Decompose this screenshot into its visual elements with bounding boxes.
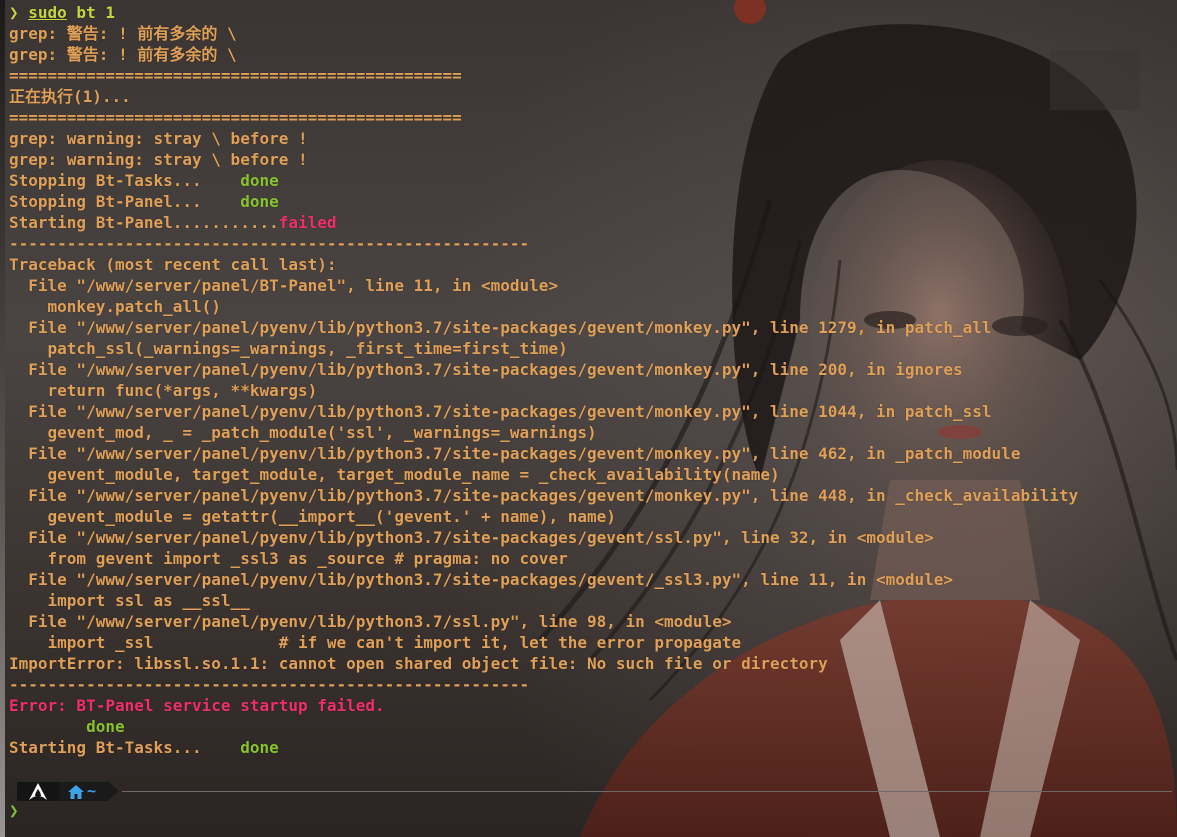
terminal-text: ========================================… xyxy=(9,108,462,127)
prompt-bar: ~ xyxy=(5,781,1177,802)
terminal-text: grep: 警告: ! 前有多余的 \ xyxy=(9,45,237,64)
terminal-text: File "/www/server/panel/pyenv/lib/python… xyxy=(9,612,732,631)
terminal-line: gevent_module = getattr(__import__('geve… xyxy=(9,506,1078,527)
terminal-line: grep: 警告: ! 前有多余的 \ xyxy=(9,23,1078,44)
terminal-line: gevent_mod, _ = _patch_module('ssl', _wa… xyxy=(9,422,1078,443)
terminal-text: grep: warning: stray \ before ! xyxy=(9,150,308,169)
terminal-text: File "/www/server/panel/pyenv/lib/python… xyxy=(9,570,954,589)
terminal-text: 正在执行(1)... xyxy=(9,87,131,106)
terminal-text: gevent_module, target_module, target_mod… xyxy=(9,465,780,484)
terminal-text: gevent_mod, _ = _patch_module('ssl', _wa… xyxy=(9,423,597,442)
terminal-text: File "/www/server/panel/pyenv/lib/python… xyxy=(9,528,934,547)
terminal-window[interactable]: ❯ sudo bt 1 grep: 警告: ! 前有多余的 \ grep: 警告: … xyxy=(0,0,1177,837)
terminal-text: ----------------------------------------… xyxy=(9,234,530,253)
terminal-line: import ssl as __ssl__ xyxy=(9,590,1078,611)
arch-linux-icon xyxy=(29,783,47,800)
terminal-text: done xyxy=(240,192,279,211)
terminal-line: ❯ sudo bt 1 xyxy=(9,2,1078,23)
terminal-text: Starting Bt-Panel........... xyxy=(9,213,279,232)
terminal-line: File "/www/server/panel/pyenv/lib/python… xyxy=(9,359,1078,380)
terminal-text: Starting Bt-Tasks... xyxy=(9,738,241,757)
terminal-text: ImportError: libssl.so.1.1: cannot open … xyxy=(9,654,828,673)
terminal-line: ========================================… xyxy=(9,65,1078,86)
terminal-line: File "/www/server/panel/pyenv/lib/python… xyxy=(9,401,1078,422)
terminal-text: File "/www/server/panel/BT-Panel", line … xyxy=(9,276,559,295)
terminal-text: done xyxy=(240,171,279,190)
terminal-text: Traceback (most recent call last): xyxy=(9,255,337,274)
terminal-text: ========================================… xyxy=(9,66,462,85)
terminal-text: import ssl as __ssl__ xyxy=(9,591,250,610)
current-directory: ~ xyxy=(87,782,97,800)
terminal-text: grep: 警告: ! 前有多余的 \ xyxy=(9,24,237,43)
terminal-text: Error: BT-Panel service startup failed. xyxy=(9,696,385,715)
terminal-text: ❯ xyxy=(9,3,29,22)
terminal-line: Stopping Bt-Tasks... done xyxy=(9,170,1078,191)
terminal-text: ----------------------------------------… xyxy=(9,675,530,694)
terminal-text: Stopping Bt-Tasks... xyxy=(9,171,241,190)
terminal-line: File "/www/server/panel/pyenv/lib/python… xyxy=(9,569,1078,590)
terminal-text: bt 1 xyxy=(66,3,115,22)
terminal-line: File "/www/server/panel/pyenv/lib/python… xyxy=(9,317,1078,338)
terminal-text: grep: warning: stray \ before ! xyxy=(9,129,308,148)
terminal-text: File "/www/server/panel/pyenv/lib/python… xyxy=(9,444,1021,463)
terminal-text: done xyxy=(9,717,125,736)
prompt-segment-arrow xyxy=(109,782,119,800)
terminal-line: patch_ssl(_warnings=_warnings, _first_ti… xyxy=(9,338,1078,359)
terminal-text: monkey.patch_all() xyxy=(9,297,221,316)
terminal-text: File "/www/server/panel/pyenv/lib/python… xyxy=(9,360,963,379)
terminal-text: sudo xyxy=(28,3,67,22)
terminal-line: File "/www/server/panel/pyenv/lib/python… xyxy=(9,527,1078,548)
terminal-text: failed xyxy=(278,213,337,232)
terminal-line: Traceback (most recent call last): xyxy=(9,254,1078,275)
terminal-line: Stopping Bt-Panel... done xyxy=(9,191,1078,212)
terminal-line: import _ssl # if we can't import it, let… xyxy=(9,632,1078,653)
terminal-text: return func(*args, **kwargs) xyxy=(9,381,318,400)
terminal-line: ImportError: libssl.so.1.1: cannot open … xyxy=(9,653,1078,674)
home-icon xyxy=(68,785,84,799)
prompt-rule xyxy=(122,791,1172,792)
terminal-line: ========================================… xyxy=(9,107,1078,128)
terminal-line: grep: 警告: ! 前有多余的 \ xyxy=(9,44,1078,65)
terminal-text: File "/www/server/panel/pyenv/lib/python… xyxy=(9,486,1079,505)
terminal-line: grep: warning: stray \ before ! xyxy=(9,128,1078,149)
terminal-text: patch_ssl(_warnings=_warnings, _first_ti… xyxy=(9,339,568,358)
terminal-line: 正在执行(1)... xyxy=(9,86,1078,107)
terminal-line: File "/www/server/panel/pyenv/lib/python… xyxy=(9,611,1078,632)
prompt-caret[interactable]: ❯ xyxy=(9,800,19,821)
prompt-segment-dir xyxy=(59,782,109,801)
terminal-line: File "/www/server/panel/pyenv/lib/python… xyxy=(9,485,1078,506)
terminal-line: Starting Bt-Panel...........failed xyxy=(9,212,1078,233)
terminal-text: import _ssl # if we can't import it, let… xyxy=(9,633,742,652)
terminal-line: File "/www/server/panel/pyenv/lib/python… xyxy=(9,443,1078,464)
terminal-line: grep: warning: stray \ before ! xyxy=(9,149,1078,170)
terminal-text: Stopping Bt-Panel... xyxy=(9,192,241,211)
terminal-text: File "/www/server/panel/pyenv/lib/python… xyxy=(9,318,992,337)
terminal-text: gevent_module = getattr(__import__('geve… xyxy=(9,507,616,526)
terminal-line: Starting Bt-Tasks... done xyxy=(9,737,1078,758)
terminal-text: from gevent import _ssl3 as _source # pr… xyxy=(9,549,568,568)
terminal-output: ❯ sudo bt 1 grep: 警告: ! 前有多余的 \ grep: 警告: … xyxy=(9,2,1078,758)
terminal-line: ----------------------------------------… xyxy=(9,674,1078,695)
terminal-line: File "/www/server/panel/BT-Panel", line … xyxy=(9,275,1078,296)
terminal-line: done xyxy=(9,716,1078,737)
terminal-line: from gevent import _ssl3 as _source # pr… xyxy=(9,548,1078,569)
terminal-text: File "/www/server/panel/pyenv/lib/python… xyxy=(9,402,992,421)
terminal-line: return func(*args, **kwargs) xyxy=(9,380,1078,401)
window-edge xyxy=(0,0,5,837)
terminal-line: ----------------------------------------… xyxy=(9,233,1078,254)
terminal-line: gevent_module, target_module, target_mod… xyxy=(9,464,1078,485)
terminal-line: monkey.patch_all() xyxy=(9,296,1078,317)
terminal-line: Error: BT-Panel service startup failed. xyxy=(9,695,1078,716)
terminal-text: done xyxy=(240,738,279,757)
